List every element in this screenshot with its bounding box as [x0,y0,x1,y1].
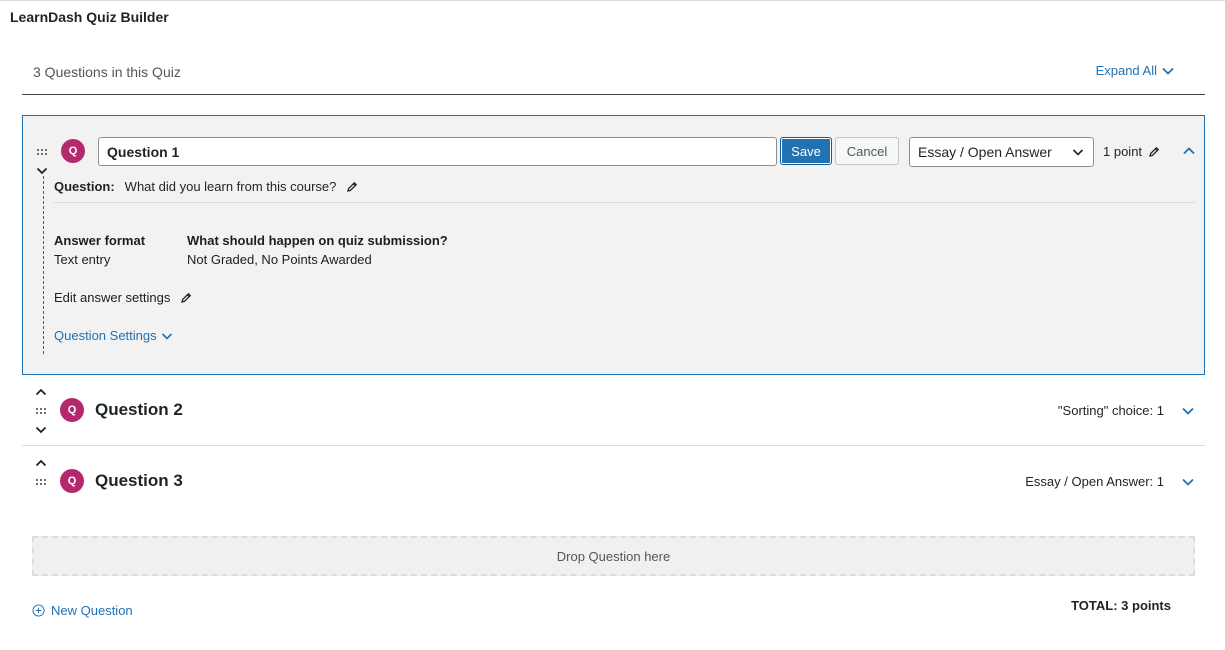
question-badge: Q [61,139,85,163]
move-down-chevron-icon[interactable] [36,165,48,177]
total-points: TOTAL: 3 points [1071,598,1171,613]
edit-answer-settings[interactable]: Edit answer settings [54,290,192,305]
pencil-icon[interactable] [346,181,358,193]
dashed-indent-line [43,176,44,354]
plus-circle-icon [32,604,45,617]
drag-handle-icon[interactable] [37,149,49,157]
question-count: 3 Questions in this Quiz [33,64,181,80]
question-meta: Essay / Open Answer: 1 [1025,474,1164,489]
question-text: What did you learn from this course? [124,179,337,194]
question-1-panel: Q Save Cancel Essay / Open Answer 1 poin… [22,115,1205,375]
drag-handle-icon[interactable] [36,479,48,487]
move-down-chevron-icon[interactable] [35,424,47,436]
points-control[interactable]: 1 point [1103,144,1160,159]
top-border [0,0,1225,1]
move-up-chevron-icon[interactable] [35,457,47,469]
answer-format-value: Text entry [54,252,111,267]
submission-label: What should happen on quiz submission? [187,233,448,248]
answer-format-label: Answer format [54,233,146,248]
question-text-row: Question: What did you learn from this c… [54,179,358,194]
submission-value: Not Graded, No Points Awarded [187,252,372,267]
question-meta: "Sorting" choice: 1 [1057,403,1164,418]
chevron-down-icon [161,332,172,340]
save-button[interactable]: Save [780,137,832,165]
chevron-down-icon [1162,67,1174,75]
edit-answer-label: Edit answer settings [54,290,171,305]
expand-all-button[interactable]: Expand All [1096,63,1175,78]
divider [54,202,1195,203]
question-settings-toggle[interactable]: Question Settings [54,328,173,343]
cancel-button[interactable]: Cancel [835,137,899,165]
collapse-chevron-up-icon[interactable] [1182,144,1196,158]
new-question-button[interactable]: New Question [32,603,133,618]
drop-zone-label: Drop Question here [556,548,671,564]
new-question-label: New Question [51,603,133,618]
question-title-input[interactable] [98,137,777,166]
question-3-row: Q Question 3 Essay / Open Answer: 1 [22,446,1205,517]
quiz-summary-bar: 3 Questions in this Quiz Expand All [22,52,1205,95]
question-title[interactable]: Question 2 [95,400,183,420]
question-badge: Q [60,398,84,422]
question-badge: Q [60,469,84,493]
expand-chevron-down-icon[interactable] [1181,404,1195,418]
expand-chevron-down-icon[interactable] [1181,475,1195,489]
question-title[interactable]: Question 3 [95,471,183,491]
move-up-chevron-icon[interactable] [35,386,47,398]
pencil-icon[interactable] [1148,146,1160,158]
pencil-icon[interactable] [180,292,192,304]
question-settings-label: Question Settings [54,328,157,343]
points-label: 1 point [1103,144,1143,159]
expand-all-label: Expand All [1095,63,1157,78]
question-2-row: Q Question 2 "Sorting" choice: 1 [22,375,1205,446]
drag-handle-icon[interactable] [36,408,48,416]
question-type-value: Essay / Open Answer [918,144,1052,160]
chevron-down-icon [1072,149,1084,156]
question-label: Question: [54,179,115,194]
drop-question-zone[interactable]: Drop Question here [32,536,1195,576]
question-type-select[interactable]: Essay / Open Answer [909,137,1094,167]
app-title: LearnDash Quiz Builder [10,9,169,25]
